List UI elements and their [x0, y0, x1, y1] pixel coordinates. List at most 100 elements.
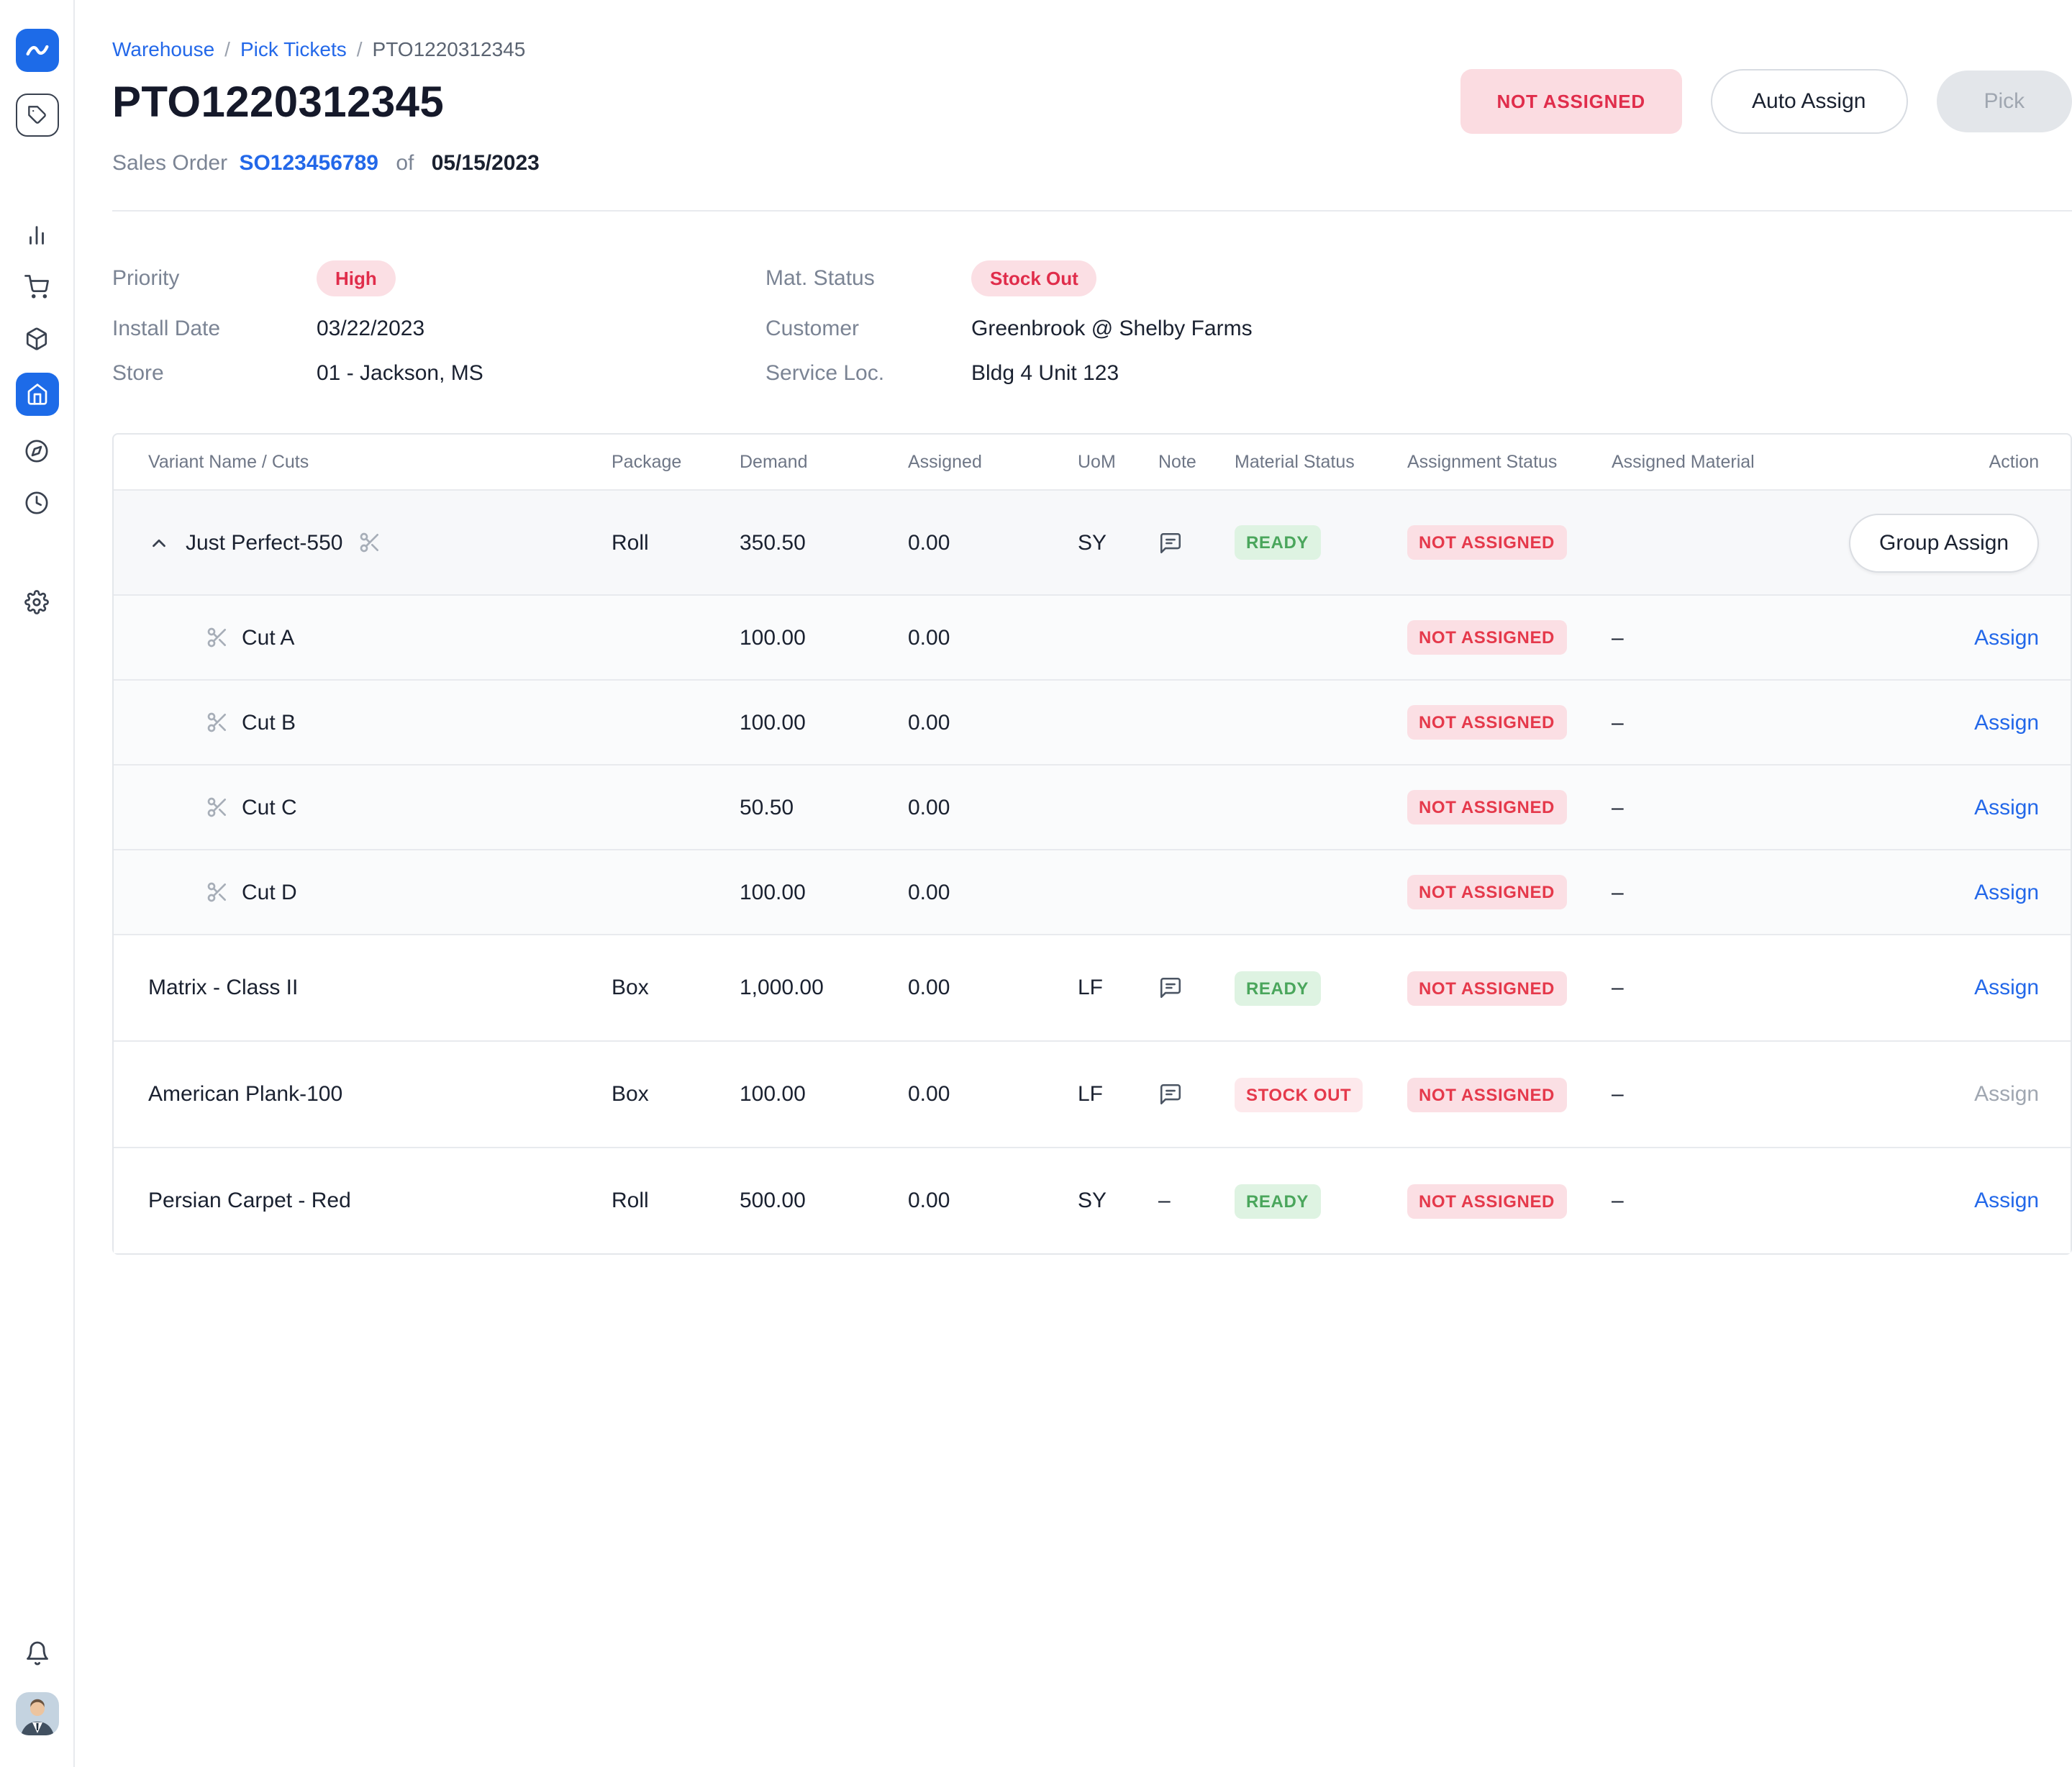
demand-value: 100.00 — [740, 625, 908, 650]
table-row: American Plank-100 Box 100.00 0.00 LF ST… — [114, 1040, 2071, 1147]
install-date-value: 03/22/2023 — [317, 317, 765, 341]
note-icon[interactable] — [1158, 1082, 1235, 1107]
assign-link[interactable]: Assign — [1974, 880, 2039, 904]
store-value: 01 - Jackson, MS — [317, 361, 765, 386]
pick-button[interactable]: Pick — [1936, 71, 2072, 132]
scissors-icon — [358, 531, 381, 554]
package-value: Box — [612, 976, 740, 1000]
col-action: Action — [1849, 452, 2071, 472]
sidebar-item-orders[interactable] — [24, 273, 50, 299]
home-icon — [25, 383, 48, 406]
table-row: Cut B 100.00 0.00 NOT ASSIGNED – Assign — [114, 679, 2071, 764]
note-icon[interactable] — [1158, 530, 1235, 555]
table-row: Just Perfect-550 Roll 350.50 0.00 SY REA… — [114, 489, 2071, 594]
note-empty: – — [1158, 1189, 1235, 1213]
variant-name: American Plank-100 — [148, 1082, 342, 1107]
demand-value: 350.50 — [740, 530, 908, 555]
assign-link[interactable]: Assign — [1974, 795, 2039, 819]
material-status-badge: READY — [1235, 971, 1320, 1005]
assign-link[interactable]: Assign — [1974, 1189, 2039, 1213]
avatar[interactable] — [15, 1692, 58, 1735]
demand-value: 100.00 — [740, 880, 908, 904]
table-row: Matrix - Class II Box 1,000.00 0.00 LF R… — [114, 934, 2071, 1040]
cut-name: Cut B — [242, 710, 296, 735]
priority-badge: High — [317, 260, 396, 296]
sidebar-item-history[interactable] — [24, 489, 50, 515]
service-loc-value: Bldg 4 Unit 123 — [971, 361, 2072, 386]
cut-name: Cut D — [242, 880, 297, 904]
variant-name: Matrix - Class II — [148, 976, 298, 1000]
priority-value: High — [317, 260, 765, 296]
uom-value: LF — [1078, 976, 1158, 1000]
sidebar-item-dispatch[interactable] — [24, 437, 50, 463]
breadcrumb-pick-tickets[interactable]: Pick Tickets — [240, 37, 347, 60]
app-logo[interactable] — [15, 29, 58, 72]
assigned-value: 0.00 — [908, 880, 1078, 904]
sales-order-date: 05/15/2023 — [432, 151, 540, 176]
assigned-material-value: – — [1612, 1189, 1849, 1213]
assignment-status-badge: NOT ASSIGNED — [1407, 971, 1566, 1005]
assigned-value: 0.00 — [908, 1189, 1078, 1213]
install-date-label: Install Date — [112, 317, 317, 341]
note-icon[interactable] — [1158, 976, 1235, 1000]
scissors-icon — [206, 626, 229, 649]
sidebar-item-reports[interactable] — [24, 222, 50, 247]
assign-link[interactable]: Assign — [1974, 976, 2039, 1000]
material-status-badge: READY — [1235, 1184, 1320, 1218]
ticket-info: Priority High Mat. Status Stock Out Inst… — [112, 260, 2072, 386]
sidebar-item-warehouse[interactable] — [15, 373, 58, 416]
sidebar-item-settings[interactable] — [24, 589, 50, 614]
mat-status-value: Stock Out — [971, 260, 2072, 296]
customer-value: Greenbrook @ Shelby Farms — [971, 317, 2072, 341]
uom-value: SY — [1078, 1189, 1158, 1213]
col-assigned-material: Assigned Material — [1612, 452, 1849, 472]
assignment-status-badge: NOT ASSIGNED — [1407, 620, 1566, 655]
breadcrumb-warehouse[interactable]: Warehouse — [112, 37, 214, 60]
header-actions: NOT ASSIGNED Auto Assign Pick — [1460, 69, 2072, 134]
cart-icon — [24, 274, 49, 299]
sales-order-of: of — [396, 151, 414, 176]
col-variant-name: Variant Name / Cuts — [114, 452, 612, 472]
customer-label: Customer — [765, 317, 971, 341]
app-window: Warehouse/Pick Tickets/PTO1220312345 PTO… — [0, 0, 2072, 1767]
package-value: Box — [612, 1082, 740, 1107]
ticket-status-badge: NOT ASSIGNED — [1460, 69, 1681, 134]
breadcrumb: Warehouse/Pick Tickets/PTO1220312345 — [112, 37, 540, 60]
sidebar-item-pick-ticket[interactable] — [15, 94, 58, 137]
assign-link-disabled[interactable]: Assign — [1974, 1082, 2039, 1107]
col-demand: Demand — [740, 452, 908, 472]
notifications-button[interactable] — [24, 1640, 50, 1666]
package-value: Roll — [612, 1189, 740, 1213]
compass-icon — [24, 438, 49, 463]
assignment-status-badge: NOT ASSIGNED — [1407, 875, 1566, 909]
mat-status-badge: Stock Out — [971, 260, 1097, 296]
sales-order-link[interactable]: SO123456789 — [239, 151, 378, 176]
assign-link[interactable]: Assign — [1974, 625, 2039, 650]
variant-name: Persian Carpet - Red — [148, 1189, 351, 1213]
assigned-value: 0.00 — [908, 710, 1078, 735]
assignment-status-badge: NOT ASSIGNED — [1407, 1077, 1566, 1112]
group-assign-button[interactable]: Group Assign — [1849, 513, 2039, 572]
col-assignment-status: Assignment Status — [1407, 452, 1612, 472]
variant-name: Just Perfect-550 — [186, 530, 342, 555]
sales-order-line: Sales Order SO123456789 of 05/15/2023 — [112, 151, 540, 176]
page-header-left: Warehouse/Pick Tickets/PTO1220312345 PTO… — [112, 37, 540, 176]
material-status-badge: STOCK OUT — [1235, 1077, 1363, 1112]
gear-icon — [24, 589, 49, 614]
uom-value: LF — [1078, 1082, 1158, 1107]
assign-link[interactable]: Assign — [1974, 710, 2039, 735]
demand-value: 100.00 — [740, 710, 908, 735]
table-row: Persian Carpet - Red Roll 500.00 0.00 SY… — [114, 1147, 2071, 1253]
package-value: Roll — [612, 530, 740, 555]
sidebar-item-inventory[interactable] — [24, 325, 50, 351]
page-title: PTO1220312345 — [112, 79, 540, 128]
assigned-material-value: – — [1612, 976, 1849, 1000]
collapse-chevron-icon[interactable] — [148, 532, 170, 553]
demand-value: 500.00 — [740, 1189, 908, 1213]
uom-value: SY — [1078, 530, 1158, 555]
sidebar — [0, 0, 75, 1767]
sales-order-label: Sales Order — [112, 151, 227, 176]
assigned-material-value: – — [1612, 795, 1849, 819]
auto-assign-button[interactable]: Auto Assign — [1710, 69, 1907, 134]
breadcrumb-separator: / — [224, 37, 230, 60]
